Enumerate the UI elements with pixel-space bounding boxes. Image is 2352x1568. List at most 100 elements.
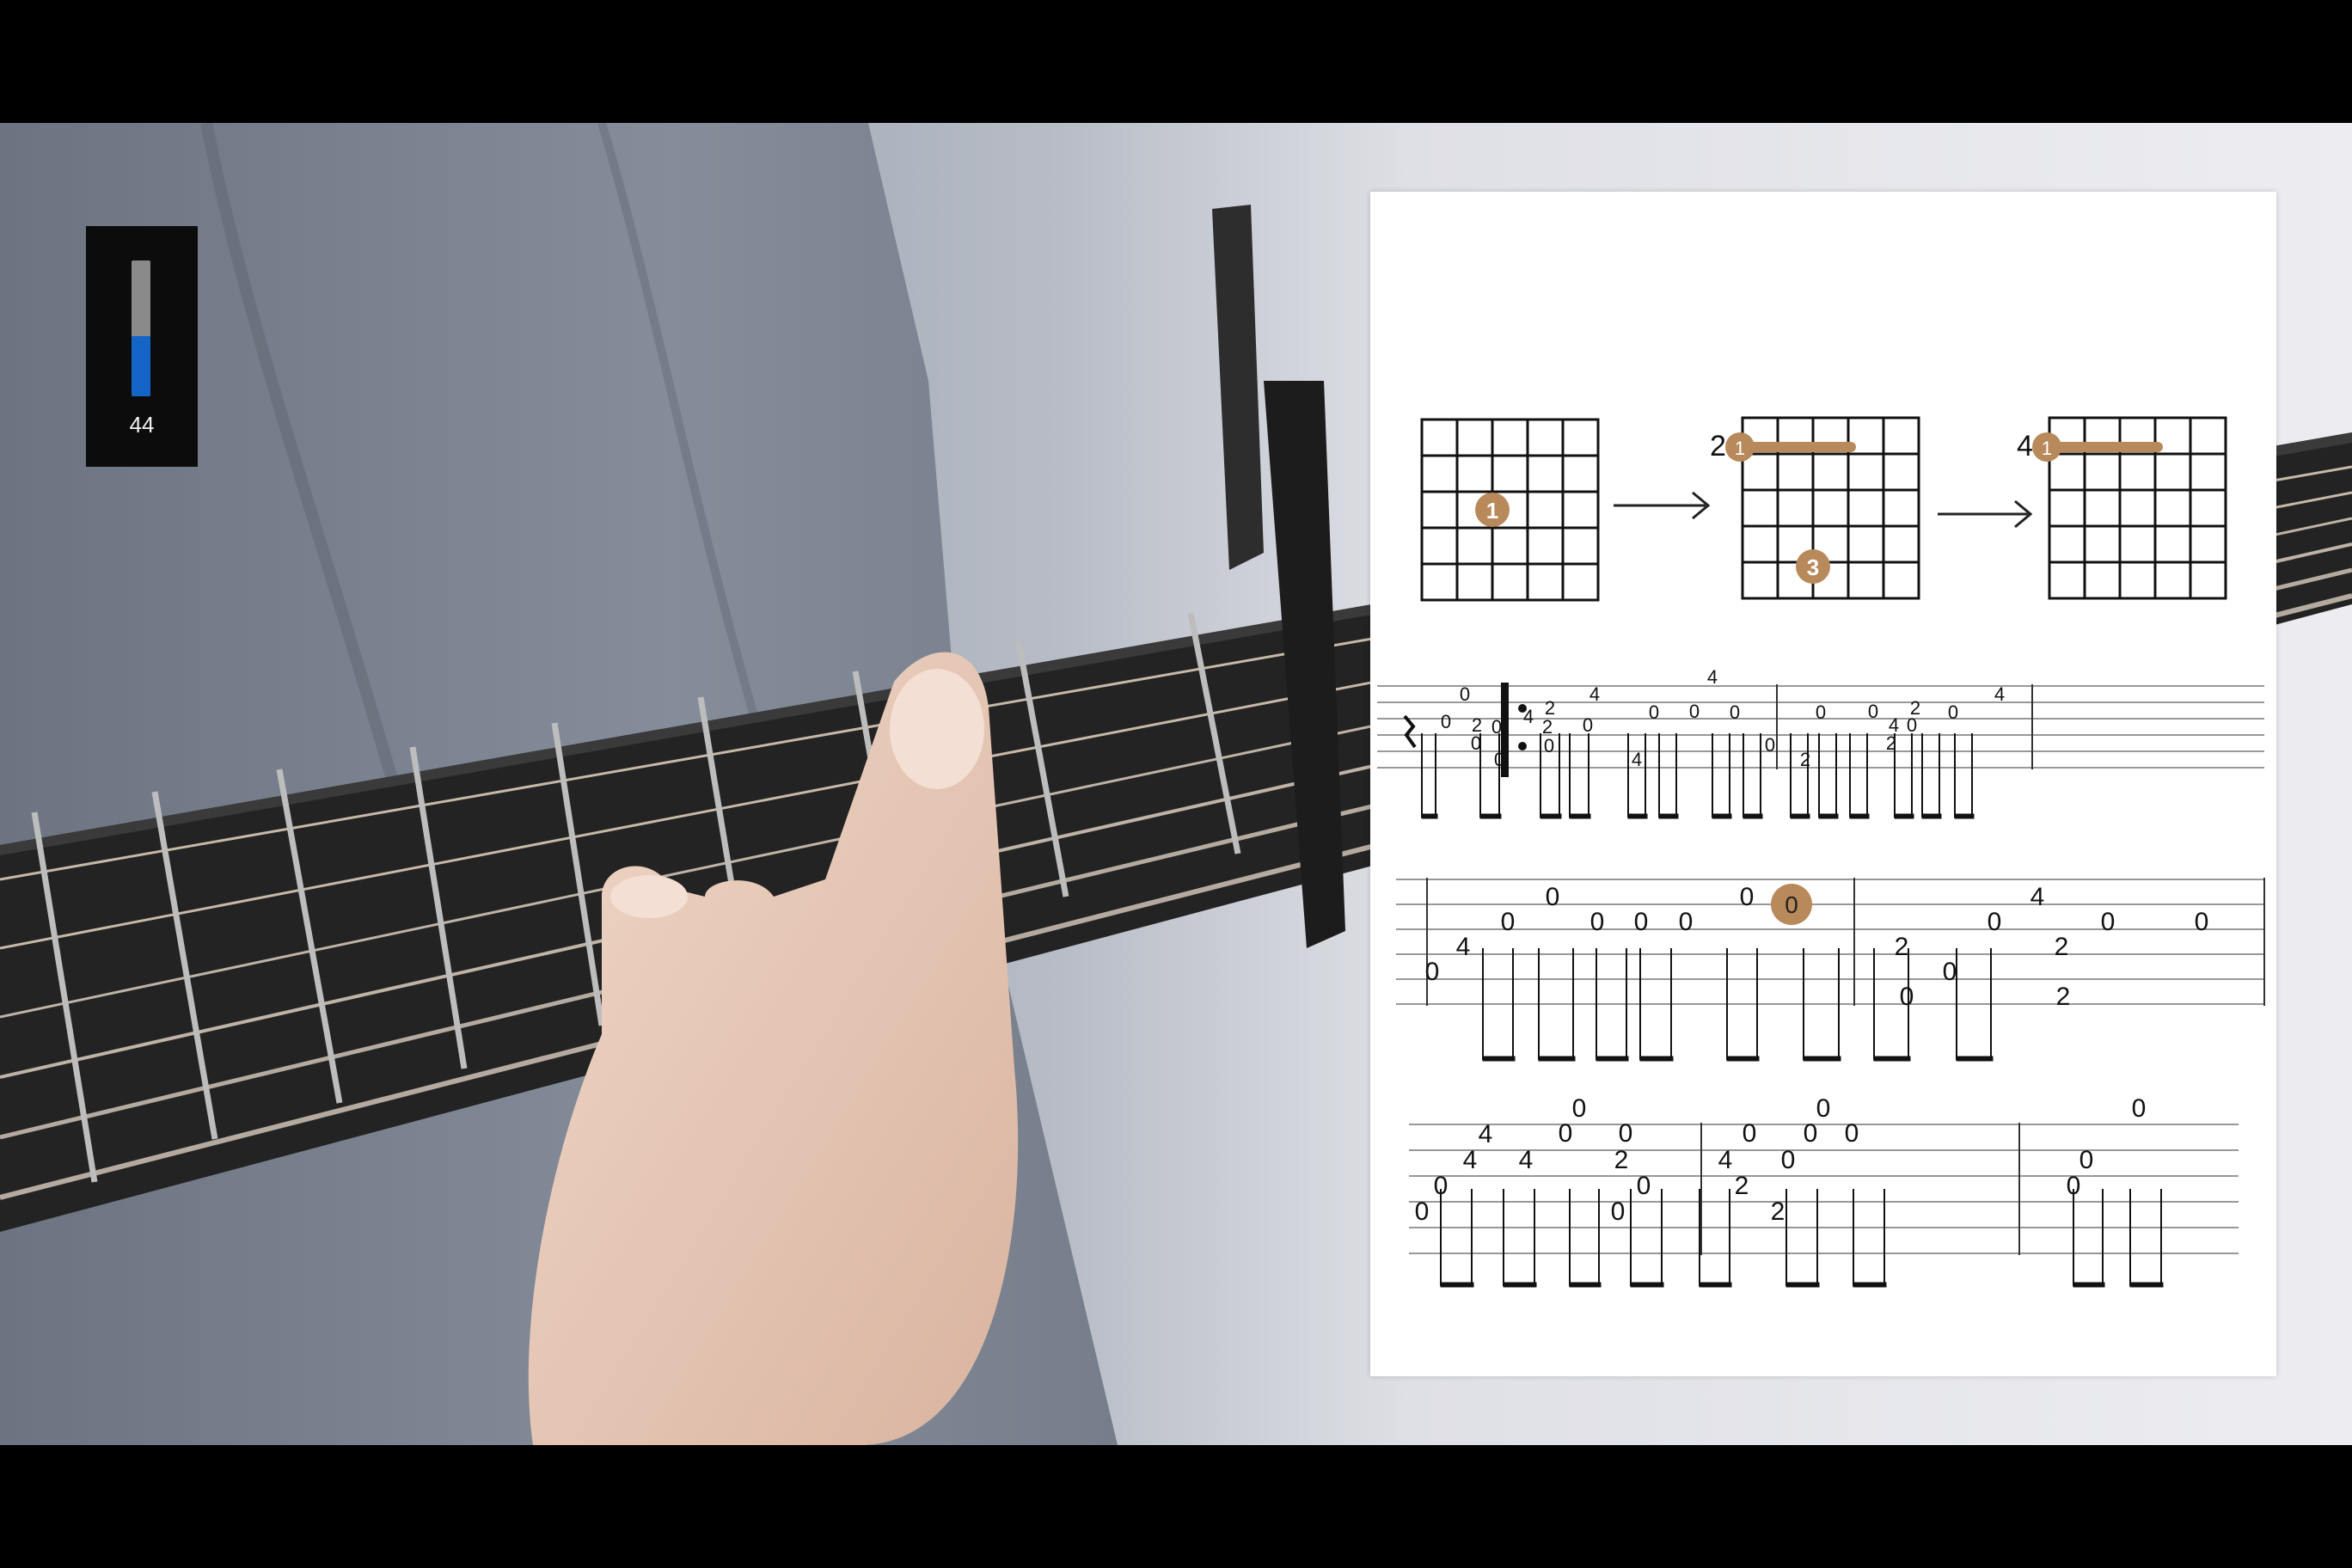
note-beam	[1956, 1056, 1994, 1062]
note-beam	[1639, 1056, 1674, 1062]
note-beam	[1538, 1056, 1576, 1062]
tab-number: 0	[1679, 908, 1694, 936]
tab-number: 0	[2101, 908, 2116, 936]
note-beam	[2073, 1282, 2105, 1288]
tab-number: 0	[1943, 958, 1957, 986]
tab-number: 0	[2079, 1146, 2094, 1174]
tab-number: 2	[1735, 1172, 1749, 1200]
tab-number: 0	[1907, 714, 1917, 736]
volume-fill	[132, 336, 150, 396]
tab-number: 0	[1816, 701, 1826, 723]
volume-track[interactable]	[132, 260, 150, 396]
tab-number: 0	[1637, 1172, 1651, 1200]
tab-number: 0	[1501, 908, 1516, 936]
tab-number: 4	[1707, 666, 1718, 688]
highlighted-note: 0	[1785, 891, 1798, 918]
tab-number: 4	[1632, 749, 1642, 770]
tab-number: 0	[1689, 701, 1700, 722]
note-beam	[1712, 813, 1732, 819]
tab-number: 0	[1804, 1119, 1818, 1148]
tab-number: 0	[1730, 701, 1740, 723]
note-beam	[1803, 1056, 1841, 1062]
sheet-music-panel: 1 2 1 3 4 1 0 0 2 0 0 4 2 2 0 0 4 4 0 0 …	[1370, 192, 2276, 1376]
note-beam	[1658, 813, 1679, 819]
note-beam	[1818, 813, 1839, 819]
note-beam	[1503, 1282, 1537, 1288]
tab-number: 0	[1491, 716, 1502, 738]
note-beam	[1849, 813, 1870, 819]
tab-number: 0	[1868, 701, 1878, 722]
tab-number: 2	[1614, 1146, 1629, 1174]
note-beam	[1726, 1056, 1760, 1062]
tab-number: 0	[1590, 908, 1605, 936]
note-beam	[1627, 813, 1648, 819]
note-beam	[1630, 1282, 1664, 1288]
tab-number: 4	[1479, 1120, 1493, 1148]
finger-dot-1-label: 1	[1486, 498, 1498, 524]
note-beam	[1482, 1056, 1516, 1062]
note-beam	[1699, 1282, 1732, 1288]
tab-number: 4	[1718, 1146, 1733, 1174]
tab-number: 4	[1523, 706, 1534, 727]
volume-value: 44	[129, 412, 155, 438]
note-beam	[1540, 813, 1562, 819]
tab-number: 4	[1994, 683, 2005, 705]
tab-number: 0	[1743, 1119, 1757, 1148]
tab-number: 2	[2055, 933, 2069, 961]
tab-number: 4	[1463, 1146, 1478, 1174]
tab-number: 0	[1765, 734, 1775, 756]
note-beam	[1569, 813, 1591, 819]
tab-number: 0	[1816, 1094, 1831, 1123]
tab-number: 0	[2132, 1094, 2147, 1123]
tab-number: 4	[1519, 1146, 1534, 1174]
tab-number: 0	[1572, 1094, 1587, 1123]
note-beam	[1873, 1056, 1911, 1062]
quarter-rest-icon	[1403, 714, 1417, 749]
tab-number: 0	[1988, 908, 2002, 936]
svg-text:3: 3	[1807, 554, 1819, 580]
tab-number: 2	[1895, 933, 1909, 961]
tab-number: 0	[1619, 1119, 1633, 1148]
tab-number: 0	[1781, 1146, 1796, 1174]
tab-number: 0	[1845, 1119, 1859, 1148]
tab-number: 0	[1611, 1197, 1626, 1226]
note-beam	[1790, 813, 1810, 819]
tab-number: 4	[1456, 933, 1471, 961]
chord-diagram-1	[1420, 418, 1600, 602]
volume-indicator[interactable]: 44	[86, 226, 198, 467]
note-beam	[1894, 813, 1914, 819]
note-beam	[1479, 813, 1502, 819]
tab-number: 0	[1649, 701, 1659, 723]
tab-number: 0	[1441, 711, 1451, 732]
svg-text:1: 1	[1735, 438, 1745, 459]
tab-number: 0	[2195, 908, 2209, 936]
tab-number: 2	[2056, 983, 2071, 1011]
tab-number: 2	[1800, 749, 1810, 770]
chord-2-fret-label: 2	[1710, 430, 1726, 462]
tab-number: 4	[2030, 883, 2045, 911]
note-beam	[1785, 1282, 1820, 1288]
tab-number: 0	[1634, 908, 1649, 936]
tab-number: 0	[1583, 714, 1593, 736]
tab-number: 0	[1900, 983, 1914, 1011]
note-beam	[1921, 813, 1942, 819]
tab-number: 0	[1415, 1197, 1430, 1226]
tab-number: 0	[1948, 701, 1958, 723]
tab-notation: 1 2 1 3 4 1 00200 4 2200440 040020 04220…	[1377, 416, 2265, 1288]
tab-number: 0	[1559, 1119, 1573, 1148]
tab-number: 4	[1589, 683, 1600, 705]
note-beam	[1421, 813, 1438, 819]
svg-text:1: 1	[2042, 438, 2052, 459]
note-beam	[1743, 813, 1763, 819]
note-beam	[1596, 1056, 1629, 1062]
video-frame[interactable]: 1 2 1 3 4 1 0 0 2 0 0 4 2 2 0 0 4 4 0 0 …	[0, 123, 2352, 1445]
tab-number: 0	[1544, 735, 1554, 756]
tab-number: 0	[1740, 883, 1755, 911]
note-beam	[1853, 1282, 1887, 1288]
note-beam	[1954, 813, 1975, 819]
tab-number: 0	[1425, 958, 1440, 986]
chord-3-fret-label: 4	[2017, 430, 2033, 462]
tab-number: 0	[1546, 883, 1560, 911]
tab-number: 2	[1771, 1197, 1785, 1226]
tab-number: 0	[1460, 683, 1470, 705]
